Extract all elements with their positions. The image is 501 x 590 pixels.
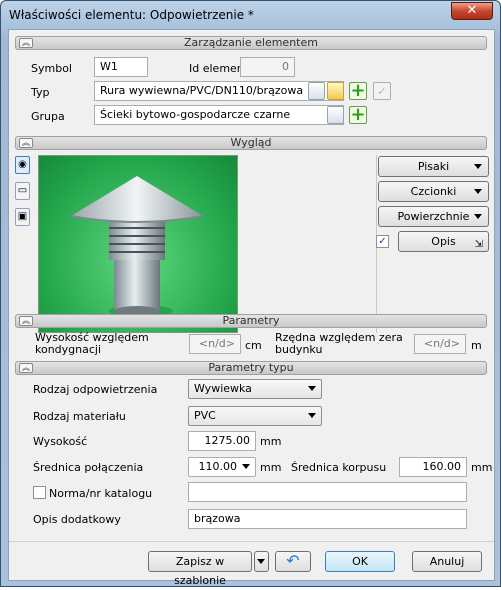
conn-diam-value: 110.00 bbox=[198, 460, 238, 473]
description-label: Opis bbox=[431, 235, 456, 248]
collapse-icon[interactable]: ︽ bbox=[19, 363, 33, 373]
collapse-icon[interactable]: ︽ bbox=[19, 138, 33, 148]
add-group-icon[interactable]: + bbox=[349, 106, 367, 124]
notes-input[interactable]: brązowa bbox=[188, 509, 467, 529]
collapse-icon[interactable]: ︽ bbox=[19, 38, 33, 48]
param-ordinate-label: Rzędna względem zera budynku bbox=[275, 331, 403, 356]
ok-button[interactable]: OK bbox=[325, 551, 395, 572]
material-value: PVC bbox=[194, 409, 216, 422]
surfaces-label: Powierzchnie bbox=[397, 210, 470, 223]
param-ordinate-input[interactable]: <n/d> bbox=[414, 334, 466, 354]
param-ordinate-unit: m bbox=[471, 339, 482, 352]
section-header-parameters[interactable]: ︽ Parametry bbox=[15, 314, 487, 328]
catalog-input[interactable] bbox=[188, 482, 467, 502]
type-scroll-icon[interactable] bbox=[308, 82, 325, 100]
group-label: Grupa bbox=[31, 110, 65, 123]
undo-icon: ↶ bbox=[286, 551, 300, 570]
vent-type-select[interactable]: Wywiewka bbox=[188, 379, 322, 399]
body-diam-input[interactable]: 160.00 bbox=[399, 457, 467, 477]
save-template-button[interactable]: Zapisz w szablonie bbox=[148, 551, 252, 587]
material-label: Rodzaj materiału bbox=[33, 410, 126, 423]
section-title: Parametry typu bbox=[208, 361, 294, 374]
conn-diam-label: Średnica połączenia bbox=[33, 461, 144, 474]
cube-view-icon[interactable]: ▣ bbox=[15, 208, 30, 226]
body-diam-label: Średnica korpusu bbox=[291, 461, 387, 474]
close-button[interactable]: ✕ bbox=[451, 2, 493, 20]
section-title: Parametry bbox=[222, 314, 280, 327]
id-input: 0 bbox=[240, 57, 295, 77]
group-scroll-icon[interactable] bbox=[327, 106, 344, 124]
dialog-client: ︽ Zarządzanie elementem Symbol W1 Id ele… bbox=[8, 29, 495, 587]
conn-diam-unit: mm bbox=[260, 461, 282, 474]
footer-separator bbox=[9, 541, 494, 542]
type-height-label: Wysokość bbox=[33, 435, 88, 448]
add-type-icon[interactable]: + bbox=[349, 82, 367, 100]
type-height-unit: mm bbox=[260, 435, 282, 448]
camera-view-icon[interactable]: ◉ bbox=[15, 156, 30, 174]
chevron-down-icon bbox=[474, 189, 482, 194]
chevron-down-icon bbox=[242, 464, 250, 469]
description-checkbox[interactable]: ✓ bbox=[376, 235, 389, 248]
external-icon: ⇲ bbox=[474, 239, 483, 250]
type-field[interactable]: Rura wywiewna/PVC/DN110/brązowa bbox=[94, 81, 344, 101]
type-value: Rura wywiewna/PVC/DN110/brązowa bbox=[100, 84, 304, 97]
dialog-window: Właściwości elementu: Odpowietrzenie * ✕… bbox=[0, 0, 501, 587]
section-header-view[interactable]: ︽ Wygląd bbox=[15, 136, 487, 150]
chevron-down-icon bbox=[474, 164, 482, 169]
vent-type-label: Rodzaj odpowietrzenia bbox=[33, 383, 158, 396]
type-height-input[interactable]: 1275.00 bbox=[188, 431, 256, 451]
section-header-type-parameters[interactable]: ︽ Parametry typu bbox=[15, 361, 487, 375]
chevron-down-icon bbox=[474, 214, 482, 219]
section-title: Wygląd bbox=[230, 136, 272, 149]
param-height-label: Wysokość względem kondygnacji bbox=[35, 331, 149, 356]
description-button[interactable]: Opis ⇲ bbox=[398, 231, 489, 252]
chevron-down-icon bbox=[257, 559, 265, 564]
folder-view-icon[interactable]: ▭ bbox=[15, 182, 30, 200]
pens-label: Pisaki bbox=[417, 160, 450, 173]
body-diam-unit: mm bbox=[471, 461, 493, 474]
type-library-icon[interactable] bbox=[327, 82, 344, 100]
window-title: Właściwości elementu: Odpowietrzenie * bbox=[9, 8, 254, 22]
element-preview-image bbox=[38, 155, 238, 333]
chevron-down-icon bbox=[308, 413, 316, 418]
group-value: Ścieki bytowo-gospodarcze czarne bbox=[100, 108, 291, 121]
vent-type-value: Wywiewka bbox=[194, 382, 252, 395]
catalog-checkbox[interactable] bbox=[33, 486, 46, 499]
fonts-button[interactable]: Czcionki bbox=[378, 181, 489, 202]
chevron-down-icon bbox=[308, 386, 316, 391]
save-template-dropdown[interactable] bbox=[254, 551, 269, 572]
symbol-input[interactable]: W1 bbox=[94, 57, 148, 77]
type-label: Typ bbox=[31, 86, 50, 99]
pens-button[interactable]: Pisaki bbox=[378, 156, 489, 177]
catalog-label: Norma/nr katalogu bbox=[49, 487, 153, 500]
fonts-label: Czcionki bbox=[410, 185, 457, 198]
param-height-input[interactable]: <n/d> bbox=[189, 334, 241, 354]
section-title: Zarządzanie elementem bbox=[184, 36, 318, 49]
surfaces-button[interactable]: Powierzchnie bbox=[378, 206, 489, 227]
collapse-icon[interactable]: ︽ bbox=[19, 316, 33, 326]
undo-button[interactable]: ↶ bbox=[275, 551, 311, 572]
material-select[interactable]: PVC bbox=[188, 406, 322, 426]
confirm-type-icon: ✓ bbox=[373, 82, 391, 100]
symbol-label: Symbol bbox=[31, 62, 72, 75]
conn-diam-select[interactable]: 110.00 bbox=[188, 457, 256, 477]
group-field[interactable]: Ścieki bytowo-gospodarcze czarne bbox=[94, 105, 344, 125]
param-height-unit: cm bbox=[245, 339, 262, 352]
cancel-button[interactable]: Anuluj bbox=[412, 551, 482, 572]
section-header-management[interactable]: ︽ Zarządzanie elementem bbox=[15, 36, 487, 50]
title-bar[interactable]: Właściwości elementu: Odpowietrzenie * ✕ bbox=[1, 1, 500, 29]
notes-label: Opis dodatkowy bbox=[33, 513, 121, 526]
